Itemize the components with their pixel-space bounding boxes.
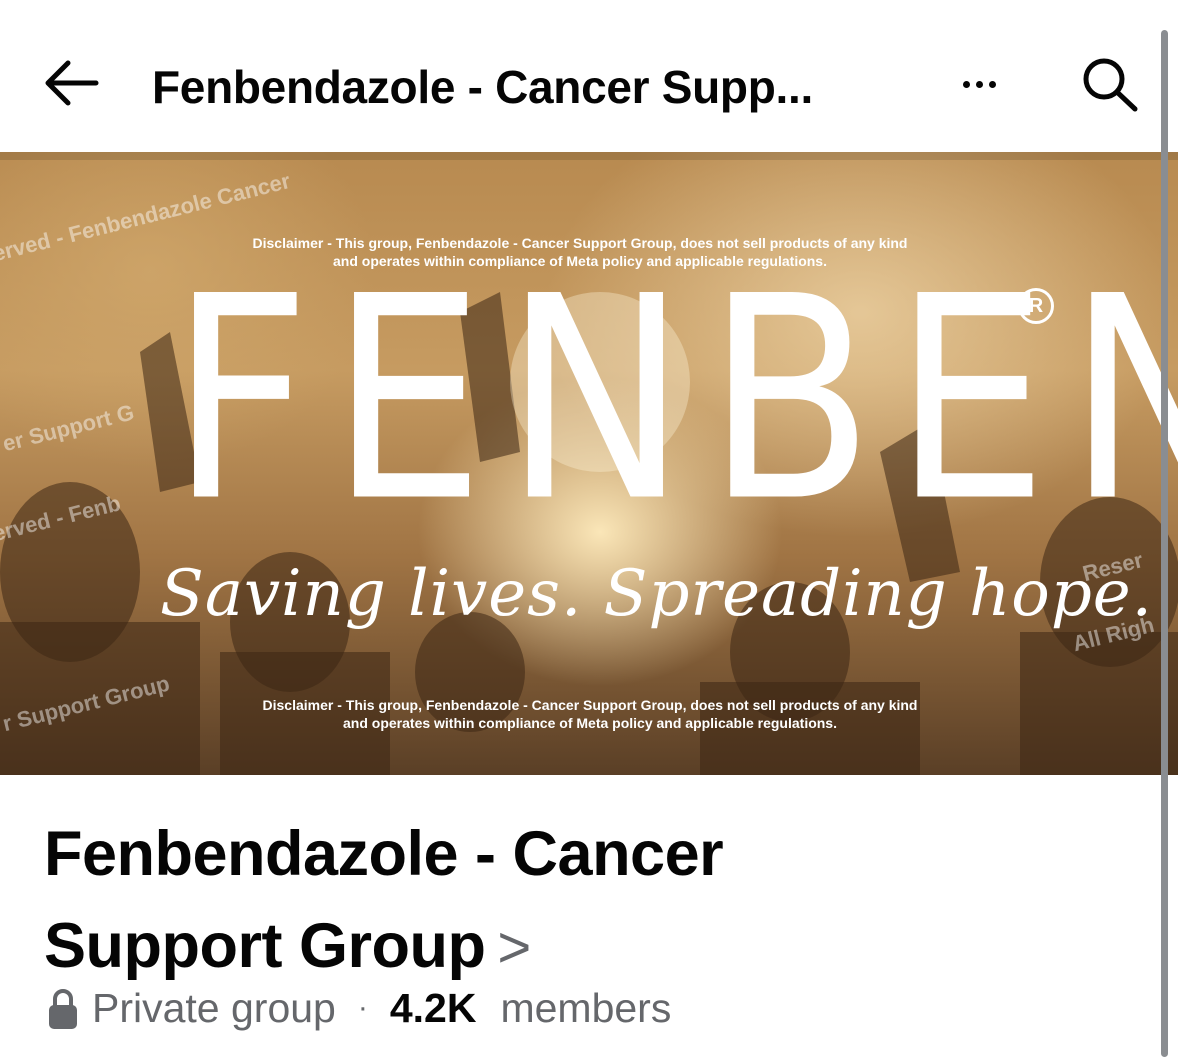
group-cover-photo[interactable]: erved - Fenbendazole Cancer er Support G… — [0, 152, 1178, 775]
page-title: Fenbendazole - Cancer Supp... — [152, 61, 813, 113]
top-navigation-bar: Fenbendazole - Cancer Supp... — [0, 0, 1160, 152]
members-label[interactable]: members — [500, 985, 671, 1032]
chevron-right-icon: > — [497, 915, 531, 980]
separator-dot: · — [357, 991, 368, 1024]
privacy-label: Private group — [92, 984, 336, 1031]
group-name: Fenbendazole - Cancer Support Group — [44, 819, 724, 981]
registered-mark: R — [1018, 288, 1054, 324]
member-count[interactable]: 4.2K — [390, 985, 477, 1032]
disclaimer-bottom: Disclaimer - This group, Fenbendazole - … — [262, 697, 918, 731]
back-button[interactable] — [40, 55, 104, 111]
arrow-left-icon — [45, 60, 99, 106]
scrollbar[interactable] — [1161, 30, 1168, 1057]
group-name-link[interactable]: Fenbendazole - Cancer Support Group > — [44, 808, 864, 994]
search-icon — [1083, 58, 1138, 112]
group-meta: Private group · 4.2K members — [46, 982, 671, 1034]
more-options-button[interactable] — [954, 62, 1004, 106]
cover-tagline: Saving lives. Spreading hope. — [160, 557, 1153, 631]
search-button[interactable] — [1080, 55, 1142, 113]
lock-icon — [49, 989, 77, 1029]
more-horizontal-icon — [962, 80, 970, 88]
